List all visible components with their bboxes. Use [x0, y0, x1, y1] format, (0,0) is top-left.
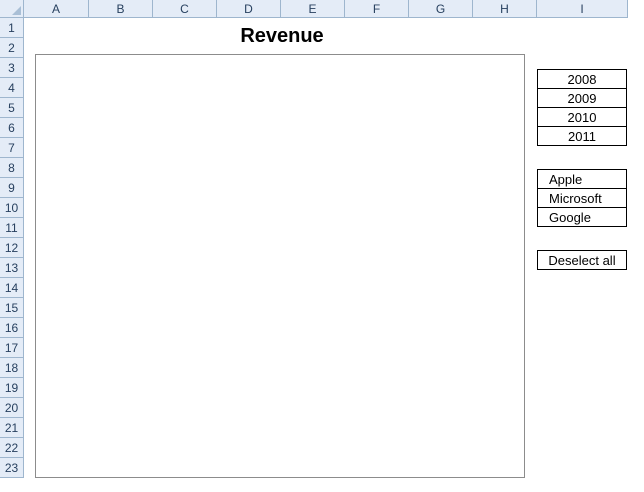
year-button-2009[interactable]: 2009 — [537, 88, 627, 108]
row-header[interactable]: 10 — [0, 198, 23, 218]
row-header[interactable]: 16 — [0, 318, 23, 338]
sheet-title: Revenue — [240, 25, 324, 47]
year-button-2011[interactable]: 2011 — [537, 126, 627, 146]
company-button-group: Apple Microsoft Google — [537, 169, 627, 227]
row-header[interactable]: 12 — [0, 238, 23, 258]
row-header[interactable]: 3 — [0, 58, 23, 78]
row-header[interactable]: 14 — [0, 278, 23, 298]
row-header[interactable]: 13 — [0, 258, 23, 278]
year-button-2008[interactable]: 2008 — [537, 69, 627, 89]
select-all-corner[interactable] — [0, 0, 24, 18]
company-button-apple[interactable]: Apple — [537, 169, 627, 189]
column-header-bar: A B C D E F G H I — [24, 0, 628, 18]
year-button-group: 2008 2009 2010 2011 — [537, 69, 627, 146]
row-header[interactable]: 19 — [0, 378, 23, 398]
row-header[interactable]: 17 — [0, 338, 23, 358]
row-header[interactable]: 4 — [0, 78, 23, 98]
column-header-c[interactable]: C — [153, 0, 217, 18]
row-header[interactable]: 9 — [0, 178, 23, 198]
column-header-b[interactable]: B — [89, 0, 153, 18]
row-header[interactable]: 20 — [0, 398, 23, 418]
deselect-all-button[interactable]: Deselect all — [537, 250, 627, 270]
row-header[interactable]: 6 — [0, 118, 23, 138]
row-header[interactable]: 11 — [0, 218, 23, 238]
chart-area[interactable] — [35, 54, 525, 478]
row-header[interactable]: 18 — [0, 358, 23, 378]
row-header[interactable]: 23 — [0, 458, 23, 478]
row-header[interactable]: 21 — [0, 418, 23, 438]
row-header[interactable]: 7 — [0, 138, 23, 158]
year-button-2010[interactable]: 2010 — [537, 107, 627, 127]
column-header-d[interactable]: D — [217, 0, 281, 18]
column-header-g[interactable]: G — [409, 0, 473, 18]
company-button-microsoft[interactable]: Microsoft — [537, 188, 627, 208]
row-header[interactable]: 5 — [0, 98, 23, 118]
column-header-a[interactable]: A — [24, 0, 89, 18]
row-header[interactable]: 8 — [0, 158, 23, 178]
column-header-f[interactable]: F — [345, 0, 409, 18]
column-header-e[interactable]: E — [281, 0, 345, 18]
column-header-i[interactable]: I — [537, 0, 628, 18]
row-header[interactable]: 22 — [0, 438, 23, 458]
row-header-bar: 1 2 3 4 5 6 7 8 9 10 11 12 13 14 15 16 1… — [0, 18, 24, 478]
company-button-google[interactable]: Google — [537, 207, 627, 227]
row-header[interactable]: 15 — [0, 298, 23, 318]
column-header-h[interactable]: H — [473, 0, 537, 18]
deselect-button-group: Deselect all — [537, 250, 627, 270]
